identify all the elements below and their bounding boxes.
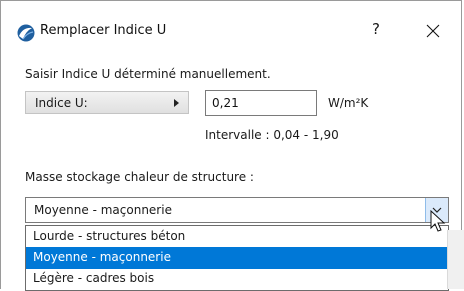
indice-u-value-input[interactable]: [205, 90, 317, 116]
dropdown-option-highlighted[interactable]: Moyenne - maçonnerie: [26, 247, 448, 269]
app-icon: [17, 24, 35, 42]
dropdown-list: Lourde - structures béton Moyenne - maço…: [25, 225, 449, 291]
play-arrow-icon: [174, 99, 179, 107]
mouse-cursor-icon: [430, 210, 446, 232]
instruction-text: Saisir Indice U déterminé manuellement.: [25, 67, 271, 81]
title-bar: Remplacer Indice U ?: [1, 1, 461, 42]
unit-label: W/m²K: [328, 96, 369, 110]
masse-stockage-select[interactable]: Moyenne - maçonnerie: [25, 197, 449, 223]
scrollbar-edge: [447, 230, 464, 289]
dropdown-option[interactable]: Légère - cadres bois: [26, 268, 448, 290]
range-text: Intervalle : 0,04 - 1,90: [205, 128, 339, 142]
window-title: Remplacer Indice U: [40, 23, 167, 38]
replace-u-value-dialog: Remplacer Indice U ? Saisir Indice U dét…: [0, 0, 462, 291]
close-icon[interactable]: [417, 15, 447, 43]
indice-u-dropdown-button[interactable]: Indice U:: [25, 91, 189, 114]
dropdown-option[interactable]: Lourde - structures béton: [26, 226, 448, 248]
selected-value: Moyenne - maçonnerie: [34, 203, 172, 217]
help-button[interactable]: ?: [372, 20, 380, 38]
masse-stockage-label: Masse stockage chaleur de structure :: [25, 170, 254, 184]
indice-u-label: Indice U:: [35, 96, 88, 110]
